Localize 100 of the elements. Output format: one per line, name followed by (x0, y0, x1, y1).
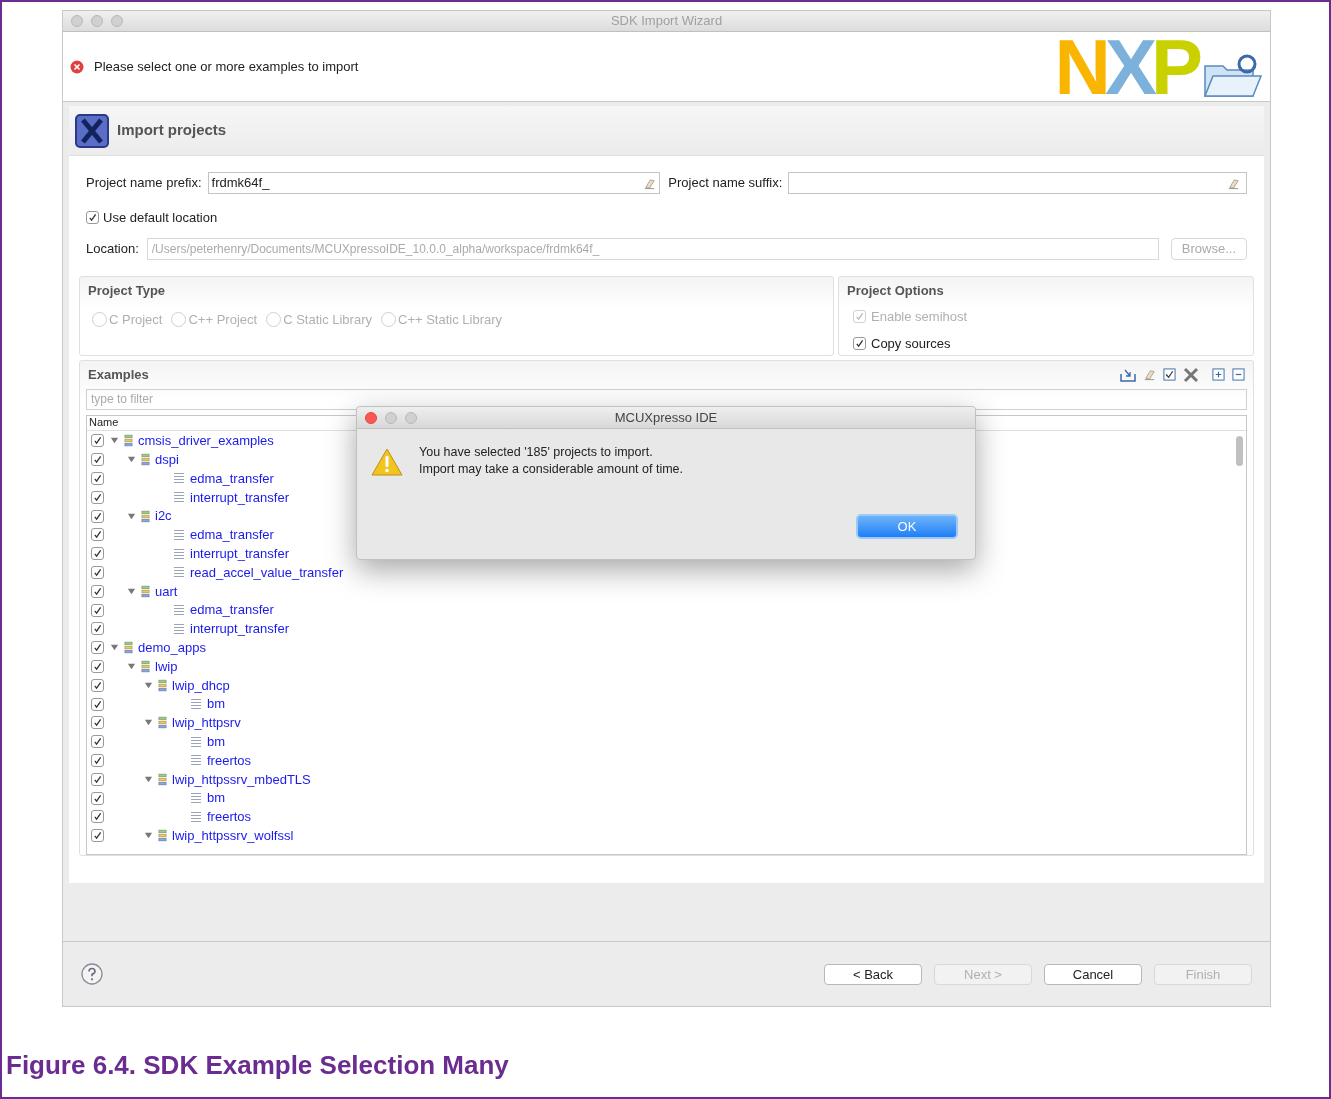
tree-item[interactable]: bm (207, 731, 226, 752)
cross-icon[interactable] (1183, 366, 1199, 383)
tree-item[interactable]: edma_transfer (190, 525, 274, 545)
wizard-button[interactable]: Cancel (1044, 963, 1142, 985)
checkbox[interactable] (90, 678, 104, 692)
tree-item[interactable]: bm (207, 694, 226, 714)
tree-item[interactable]: cmsis_driver_examples (138, 431, 274, 451)
column-header[interactable]: Name (89, 415, 119, 431)
tree-item[interactable]: interrupt_transfer (190, 487, 289, 508)
tree-item[interactable]: freertos (207, 807, 252, 827)
radio-label: C Project (109, 311, 163, 329)
tree-item[interactable]: i2c (155, 506, 172, 526)
input-field[interactable] (788, 172, 1247, 194)
tree-item[interactable]: lwip_httpssrv_wolfssl (172, 825, 294, 846)
checkbox[interactable] (90, 810, 104, 824)
checkbox[interactable] (90, 490, 104, 504)
eraser-icon[interactable] (643, 176, 657, 190)
tree-item[interactable]: uart (155, 581, 178, 602)
expanded-triangle-icon[interactable] (109, 643, 119, 653)
tree-item[interactable]: lwip_dhcp (172, 675, 230, 695)
expanded-triangle-icon[interactable] (126, 511, 136, 521)
import-icon[interactable] (1120, 367, 1136, 382)
error-icon (70, 59, 84, 74)
figure-caption: Figure 6.4. SDK Example Selection Many (6, 1049, 509, 1082)
checkbox[interactable] (90, 641, 104, 655)
collapse-all-icon[interactable] (1232, 368, 1245, 381)
checkbox[interactable] (90, 453, 104, 467)
checkbox[interactable] (90, 753, 104, 767)
tree-item[interactable]: lwip_httpsrv (172, 713, 241, 733)
tree-item[interactable]: read_accel_value_transfer (190, 562, 344, 583)
checkbox[interactable] (90, 603, 104, 617)
warning-icon (371, 447, 403, 477)
expanded-triangle-icon[interactable] (143, 774, 153, 784)
expanded-triangle-icon[interactable] (109, 436, 119, 446)
radio-label: C++ Static Library (398, 311, 503, 329)
folder-stack-icon (157, 716, 167, 730)
checkbox-label: Copy sources (871, 334, 951, 353)
checkbox[interactable] (90, 622, 104, 636)
tree-item[interactable]: lwip_httpssrv_mbedTLS (172, 769, 311, 789)
expanded-triangle-icon[interactable] (126, 661, 136, 671)
wizard-button[interactable]: < Back (824, 963, 922, 985)
expanded-triangle-icon[interactable] (143, 718, 153, 728)
eraser-icon[interactable] (1143, 368, 1156, 381)
checkbox[interactable] (90, 735, 104, 749)
folder-stack-icon (140, 509, 150, 523)
expanded-triangle-icon[interactable] (143, 831, 153, 841)
tree-item[interactable]: lwip (155, 656, 178, 677)
checkbox[interactable] (90, 716, 104, 730)
document-icon (173, 491, 185, 504)
checkbox[interactable] (853, 336, 866, 350)
folder-stack-icon (140, 584, 150, 598)
checkbox[interactable] (90, 697, 104, 711)
folder-stack-icon (123, 434, 133, 448)
checkbox[interactable] (90, 659, 104, 673)
folder-stack-icon (157, 829, 167, 843)
checkbox[interactable] (86, 211, 99, 225)
checkbox-icon[interactable] (1163, 368, 1176, 381)
checkbox[interactable] (90, 528, 104, 542)
tree-item[interactable]: dspi (155, 449, 179, 470)
expanded-triangle-icon[interactable] (126, 455, 136, 465)
checkbox[interactable] (90, 547, 104, 561)
check-icon (88, 213, 97, 223)
folder-stack-icon (140, 659, 150, 673)
error-message: Please select one or more examples to import (94, 57, 359, 76)
expand-all-icon[interactable] (1212, 368, 1225, 381)
expanded-triangle-icon[interactable] (126, 586, 136, 596)
check-icon (855, 338, 864, 348)
field-label: Location: (86, 239, 139, 258)
input-field[interactable]: frdmk64f_ (207, 172, 661, 194)
tree-item[interactable]: freertos (207, 750, 252, 771)
tree-item[interactable]: interrupt_transfer (190, 619, 289, 639)
check-icon (855, 312, 864, 322)
tree-item[interactable]: edma_transfer (190, 600, 274, 620)
checkbox[interactable] (90, 829, 104, 843)
tree-item[interactable]: interrupt_transfer (190, 543, 289, 564)
checkbox[interactable] (90, 434, 104, 448)
eraser-icon[interactable] (1227, 176, 1240, 190)
document-icon (190, 735, 202, 748)
document-icon (173, 604, 185, 617)
tree-item[interactable]: bm (207, 788, 226, 808)
tree-item[interactable]: demo_apps (138, 637, 206, 658)
checkbox[interactable] (90, 584, 104, 598)
window-title: SDK Import Wizard (610, 12, 723, 31)
document-icon (173, 472, 185, 485)
folder-icon (1203, 53, 1263, 100)
help-icon[interactable] (81, 963, 103, 985)
checkbox[interactable] (90, 772, 104, 786)
document-icon (173, 528, 185, 541)
tree-item[interactable]: edma_transfer (190, 468, 274, 489)
group-title: Project Options (846, 281, 945, 300)
close-button[interactable] (365, 411, 377, 424)
checkbox[interactable] (90, 509, 104, 523)
scrollbar-thumb[interactable] (1236, 435, 1243, 466)
checkbox[interactable] (90, 472, 104, 485)
checkbox[interactable] (90, 791, 104, 805)
expanded-triangle-icon[interactable] (143, 680, 153, 690)
checkbox[interactable] (90, 565, 104, 579)
document-icon (190, 810, 202, 823)
folder-stack-icon (140, 453, 150, 467)
document-icon (173, 622, 185, 635)
